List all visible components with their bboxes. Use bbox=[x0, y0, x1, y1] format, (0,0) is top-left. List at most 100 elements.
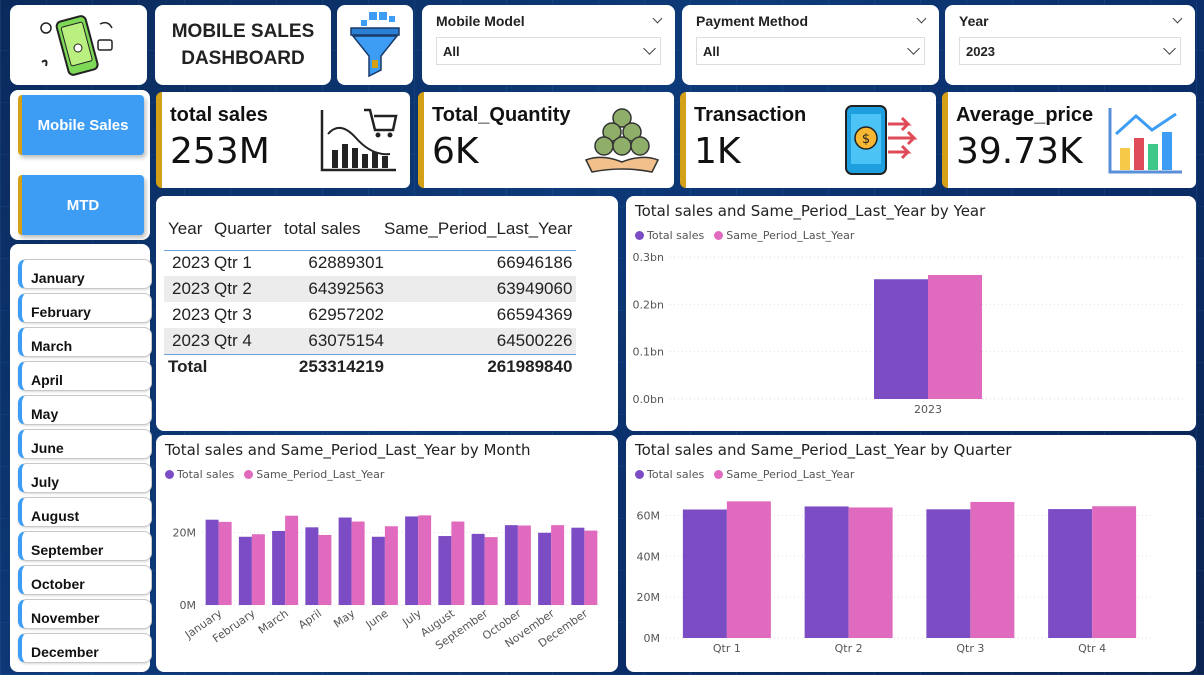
y-tick-label: 0M bbox=[644, 632, 661, 645]
table-row: 2023 Qtr 1 62889301 66946186 bbox=[172, 253, 573, 273]
bar-total-sales-qtr-1[interactable] bbox=[682, 509, 727, 638]
bar-same-period-november[interactable] bbox=[551, 525, 565, 605]
payment-method-dropdown[interactable]: All bbox=[696, 37, 925, 65]
year-slicer[interactable]: Year 2023 bbox=[945, 5, 1195, 85]
mobile-model-value: All bbox=[443, 43, 460, 59]
column-header[interactable]: Same_Period_Last_Year bbox=[384, 208, 577, 251]
month-button-july[interactable]: July bbox=[18, 463, 152, 493]
filter-funnel-card[interactable] bbox=[337, 5, 413, 85]
column-header[interactable]: Year bbox=[164, 208, 214, 251]
year-dropdown[interactable]: 2023 bbox=[959, 37, 1181, 65]
bar-same-period-qtr-4[interactable] bbox=[1092, 506, 1137, 638]
bar-total-sales-june[interactable] bbox=[371, 536, 385, 605]
mobile-model-dropdown[interactable]: All bbox=[436, 37, 661, 65]
table-row: 2023 Qtr 3 62957202 66594369 bbox=[172, 305, 573, 324]
bar-same-period-february[interactable] bbox=[251, 534, 265, 605]
bar-same-period-august[interactable] bbox=[451, 521, 465, 605]
bar-same-period-2023[interactable] bbox=[928, 274, 982, 399]
legend-item-total-sales[interactable]: Total sales bbox=[635, 468, 704, 481]
legend-item-total-sales[interactable]: Total sales bbox=[635, 229, 704, 242]
mobile-sales-button[interactable]: Mobile Sales bbox=[18, 95, 144, 155]
payment-method-label: Payment Method bbox=[696, 13, 809, 29]
y-tick-label: 0.3bn bbox=[633, 251, 664, 264]
x-tick-label: Qtr 3 bbox=[956, 642, 984, 655]
month-button-may[interactable]: May bbox=[18, 395, 152, 425]
chart-legend: Total sales Same_Period_Last_Year bbox=[635, 468, 854, 481]
bar-total-sales-august[interactable] bbox=[438, 536, 452, 605]
bar-total-sales-november[interactable] bbox=[538, 532, 552, 605]
table-row: 2023 Qtr 4 63075154 64500226 bbox=[164, 328, 577, 354]
bar-same-period-july[interactable] bbox=[418, 515, 432, 605]
bar-total-sales-qtr-4[interactable] bbox=[1048, 509, 1093, 638]
bar-same-period-qtr-2[interactable] bbox=[848, 507, 893, 638]
dashboard-title-card: MOBILE SALES DASHBOARD bbox=[155, 5, 331, 85]
mobile-model-slicer[interactable]: Mobile Model All bbox=[422, 5, 675, 85]
legend-item-total-sales[interactable]: Total sales bbox=[165, 468, 234, 481]
bar-total-sales-july[interactable] bbox=[405, 516, 419, 605]
bar-same-period-qtr-1[interactable] bbox=[726, 501, 771, 638]
bar-same-period-april[interactable] bbox=[318, 534, 332, 605]
legend-item-same-period[interactable]: Same_Period_Last_Year bbox=[714, 468, 854, 481]
bar-same-period-september[interactable] bbox=[484, 537, 498, 605]
table-header-row: Year Quarter total sales Same_Period_Las… bbox=[164, 208, 577, 251]
bar-total-sales-april[interactable] bbox=[305, 527, 319, 605]
legend-item-same-period[interactable]: Same_Period_Last_Year bbox=[244, 468, 384, 481]
bar-total-sales-qtr-2[interactable] bbox=[804, 506, 849, 638]
sales-comparison-table: Year Quarter total sales Same_Period_Las… bbox=[164, 208, 577, 380]
month-slicer-panel: January February March April May June Ju… bbox=[10, 244, 152, 672]
bar-total-sales-september[interactable] bbox=[471, 533, 485, 605]
bar-same-period-december[interactable] bbox=[584, 530, 598, 605]
bar-total-sales-january[interactable] bbox=[205, 519, 219, 605]
y-tick-label: 0M bbox=[180, 599, 197, 612]
bar-total-sales-october[interactable] bbox=[504, 525, 518, 605]
chevron-down-icon[interactable] bbox=[652, 13, 663, 24]
mtd-button[interactable]: MTD bbox=[18, 175, 144, 235]
bar-same-period-october[interactable] bbox=[517, 525, 531, 605]
bar-same-period-june[interactable] bbox=[384, 526, 398, 605]
month-button-march[interactable]: March bbox=[18, 327, 152, 357]
x-tick-label: March bbox=[256, 607, 291, 637]
month-button-january[interactable]: January bbox=[18, 259, 152, 289]
month-button-november[interactable]: November bbox=[18, 599, 152, 629]
month-button-april[interactable]: April bbox=[18, 361, 152, 391]
coin-stack-hands-icon bbox=[584, 108, 660, 173]
month-button-october[interactable]: October bbox=[18, 565, 152, 595]
bar-same-period-may[interactable] bbox=[351, 521, 365, 605]
year-value: 2023 bbox=[966, 43, 995, 59]
bar-total-sales-march[interactable] bbox=[272, 530, 286, 605]
kpi-total-sales-card: total sales 253M bbox=[156, 92, 410, 188]
table-row: 2023 Qtr 2 64392563 63949060 bbox=[164, 276, 577, 302]
kpi-transaction-card: Transaction 1K $ bbox=[680, 92, 936, 188]
bar-same-period-january[interactable] bbox=[218, 521, 232, 605]
column-header[interactable]: Quarter bbox=[214, 208, 284, 251]
chevron-down-icon[interactable] bbox=[1172, 13, 1183, 24]
logo-card bbox=[10, 5, 147, 85]
chart-legend: Total sales Same_Period_Last_Year bbox=[165, 468, 384, 481]
chevron-down-icon bbox=[907, 42, 920, 55]
year-label: Year bbox=[959, 13, 989, 29]
bar-total-sales-2023[interactable] bbox=[874, 279, 928, 399]
bar-total-sales-qtr-3[interactable] bbox=[926, 509, 971, 638]
bar-total-sales-december[interactable] bbox=[571, 527, 585, 605]
sales-cart-chart-icon bbox=[320, 108, 398, 172]
month-button-september[interactable]: September bbox=[18, 531, 152, 561]
month-button-august[interactable]: August bbox=[18, 497, 152, 527]
chevron-down-icon[interactable] bbox=[916, 13, 927, 24]
payment-method-slicer[interactable]: Payment Method All bbox=[682, 5, 939, 85]
x-tick-label: 2023 bbox=[914, 403, 942, 416]
bar-total-sales-may[interactable] bbox=[338, 517, 352, 605]
column-header[interactable]: total sales bbox=[284, 208, 384, 251]
mobile-payment-transfer-icon: $ bbox=[845, 105, 918, 175]
bar-total-sales-february[interactable] bbox=[238, 536, 252, 605]
chart-title: Total sales and Same_Period_Last_Year by… bbox=[635, 202, 986, 220]
bar-same-period-march[interactable] bbox=[285, 515, 299, 605]
chevron-down-icon bbox=[1163, 42, 1176, 55]
mobile-model-label: Mobile Model bbox=[436, 13, 525, 29]
month-button-december[interactable]: December bbox=[18, 633, 152, 663]
dashboard-title: MOBILE SALES DASHBOARD bbox=[171, 21, 315, 69]
month-button-june[interactable]: June bbox=[18, 429, 152, 459]
bar-same-period-qtr-3[interactable] bbox=[970, 501, 1015, 638]
legend-item-same-period[interactable]: Same_Period_Last_Year bbox=[714, 229, 854, 242]
month-button-february[interactable]: February bbox=[18, 293, 152, 323]
y-tick-label: 0.0bn bbox=[633, 393, 664, 406]
